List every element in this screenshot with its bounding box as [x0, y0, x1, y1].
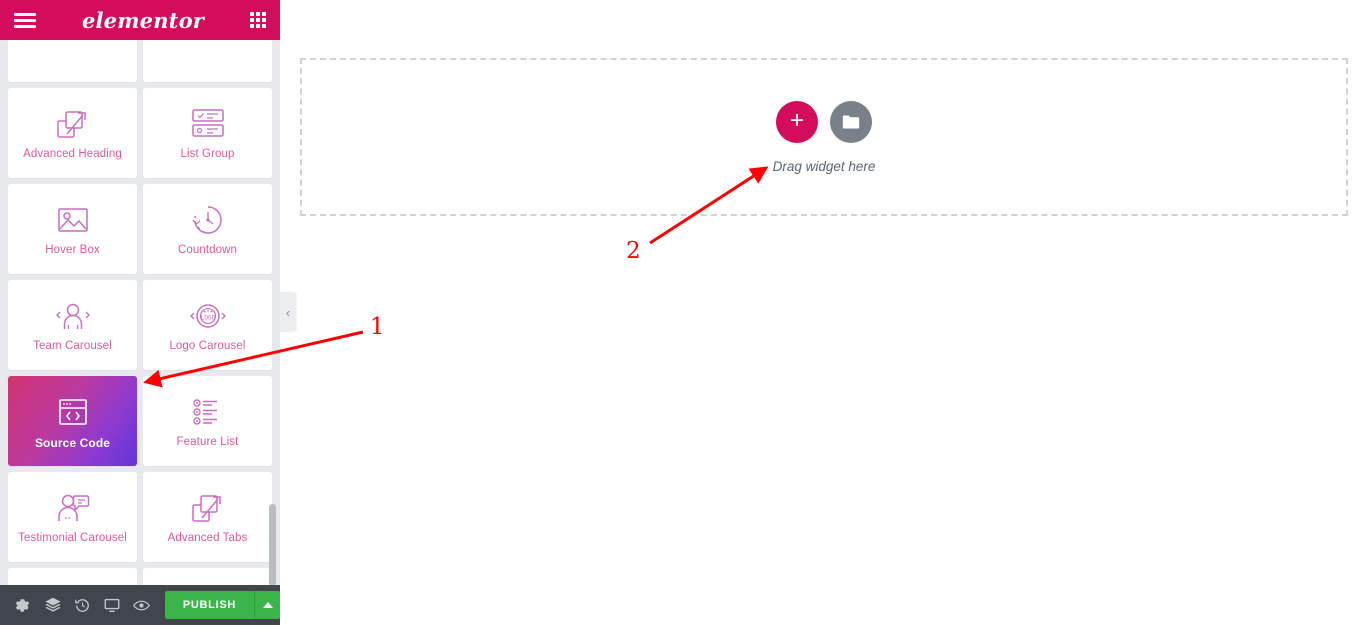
settings-gear-icon[interactable] — [8, 585, 38, 625]
expand-arrow-squares-icon — [189, 488, 227, 528]
svg-text:LOGO: LOGO — [200, 315, 215, 322]
widget-tile-hover-box[interactable]: Hover Box — [8, 184, 137, 274]
countdown-clock-icon — [189, 200, 227, 240]
list-group-icon — [187, 104, 229, 144]
widget-tile-partial-left[interactable] — [8, 40, 137, 82]
panel-scrollbar[interactable] — [268, 44, 278, 586]
widget-tile-text-rotator[interactable] — [8, 568, 137, 585]
chevron-up-icon[interactable] — [254, 591, 280, 619]
widget-label: Source Code — [34, 435, 111, 450]
publish-button[interactable]: PUBLISH — [164, 591, 255, 619]
hamburger-icon[interactable] — [14, 10, 36, 31]
add-template-button[interactable] — [830, 100, 872, 143]
widget-tile-list-group[interactable]: List Group — [143, 88, 272, 178]
widget-label: Hover Box — [45, 244, 100, 257]
navigator-layers-icon[interactable] — [38, 585, 68, 625]
widget-label: Logo Carousel — [169, 340, 246, 353]
widget-tile-logo-carousel[interactable]: LOGO Logo Carousel — [143, 280, 272, 370]
widget-label: Team Carousel — [33, 340, 112, 353]
panel-scrollbar-thumb[interactable] — [269, 504, 276, 586]
widget-tile-testimonial-carousel[interactable]: Testimonial Carousel — [8, 472, 137, 562]
expand-arrow-squares-icon — [54, 104, 92, 144]
widget-label: Testimonial Carousel — [18, 532, 127, 545]
widget-label: Advanced Tabs — [167, 532, 248, 545]
source-code-icon — [53, 392, 93, 432]
plus-icon: + — [789, 106, 804, 134]
dropzone-buttons: + — [776, 100, 872, 143]
feature-list-icon — [187, 392, 229, 432]
testimonial-icon — [51, 488, 95, 528]
widget-label: List Group — [180, 148, 235, 161]
preview-eye-icon[interactable] — [127, 585, 157, 625]
widget-label: Countdown — [177, 244, 238, 257]
publish-group: PUBLISH — [164, 591, 280, 619]
elementor-editor: elementor Advanced Heading List Group Ho… — [0, 0, 1361, 625]
panel-header: elementor — [0, 0, 280, 40]
folder-icon — [842, 114, 860, 129]
chevron-left-icon: ‹ — [285, 304, 291, 320]
responsive-mode-icon[interactable] — [97, 585, 127, 625]
widget-tile-advanced-heading[interactable]: Advanced Heading — [8, 88, 137, 178]
elementor-logo: elementor — [81, 7, 205, 33]
add-new-section-button[interactable]: + — [776, 100, 818, 143]
panel-collapse-handle[interactable]: ‹ — [280, 292, 296, 332]
widget-tile-team-carousel[interactable]: Team Carousel — [8, 280, 137, 370]
panel-footer-bar: PUBLISH — [0, 585, 280, 625]
history-icon[interactable] — [68, 585, 98, 625]
logo-carousel-icon: LOGO — [185, 296, 231, 336]
widget-tile-feature-list[interactable]: Feature List — [143, 376, 272, 466]
widget-tile-flow-nodes[interactable] — [143, 568, 272, 585]
widget-grid: Advanced Heading List Group Hover Box Co… — [0, 40, 280, 585]
annotation-number-1: 1 — [370, 314, 385, 340]
drag-widget-hint: Drag widget here — [772, 158, 876, 174]
widget-label: Advanced Heading — [23, 148, 122, 161]
widget-tile-countdown[interactable]: Countdown — [143, 184, 272, 274]
widget-tile-source-code[interactable]: Source Code — [8, 376, 137, 466]
widget-tile-advanced-tabs[interactable]: Advanced Tabs — [143, 472, 272, 562]
editor-canvas: + Drag widget here — [280, 0, 1361, 625]
widgets-panel: elementor Advanced Heading List Group Ho… — [0, 0, 280, 625]
grid-apps-icon[interactable] — [250, 12, 266, 28]
annotation-number-2: 2 — [626, 238, 641, 264]
team-carousel-icon — [51, 296, 95, 336]
widget-tile-partial-right[interactable] — [143, 40, 272, 82]
widget-label: Feature List — [176, 436, 239, 449]
section-dropzone[interactable]: + Drag widget here — [300, 58, 1348, 216]
widget-list-scroll-area[interactable]: Advanced Heading List Group Hover Box Co… — [0, 40, 280, 585]
image-hover-icon — [54, 200, 92, 240]
